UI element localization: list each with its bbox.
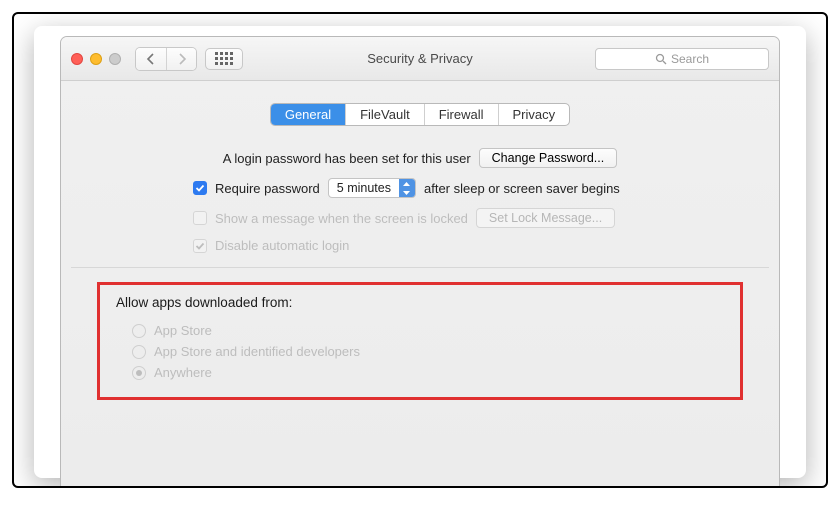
titlebar: Security & Privacy Search	[61, 37, 779, 81]
tab-firewall[interactable]: Firewall	[424, 104, 498, 125]
delay-value: 5 minutes	[329, 181, 399, 195]
require-password-delay-select[interactable]: 5 minutes	[328, 178, 416, 198]
radio-identified-developers	[132, 345, 146, 359]
divider	[71, 267, 769, 268]
minimize-icon[interactable]	[90, 53, 102, 65]
radio-app-store	[132, 324, 146, 338]
chevron-left-icon	[146, 53, 156, 65]
radio-anywhere	[132, 366, 146, 380]
preferences-window: Security & Privacy Search General FileVa…	[60, 36, 780, 488]
tab-general[interactable]: General	[271, 104, 345, 125]
show-all-button[interactable]	[205, 48, 243, 70]
require-password-label: Require password	[215, 181, 320, 196]
set-lock-message-button: Set Lock Message...	[476, 208, 615, 228]
show-message-checkbox	[193, 211, 207, 225]
select-stepper-icon	[399, 179, 415, 197]
show-message-label: Show a message when the screen is locked	[215, 211, 468, 226]
after-sleep-label: after sleep or screen saver begins	[424, 181, 620, 196]
grid-icon	[215, 52, 233, 65]
login-password-label: A login password has been set for this u…	[223, 151, 471, 166]
nav-buttons	[135, 47, 197, 71]
allow-apps-section: Allow apps downloaded from: App Store Ap…	[97, 282, 743, 400]
disable-auto-login-label: Disable automatic login	[215, 238, 349, 253]
maximize-icon	[109, 53, 121, 65]
forward-button[interactable]	[166, 48, 196, 70]
close-icon[interactable]	[71, 53, 83, 65]
search-icon	[655, 53, 667, 65]
radio-identified-developers-label: App Store and identified developers	[154, 344, 360, 359]
tab-privacy[interactable]: Privacy	[498, 104, 570, 125]
search-input[interactable]: Search	[595, 48, 769, 70]
radio-app-store-label: App Store	[154, 323, 212, 338]
check-icon	[195, 241, 205, 251]
window-controls	[71, 53, 121, 65]
chevron-right-icon	[177, 53, 187, 65]
disable-auto-login-checkbox	[193, 239, 207, 253]
require-password-checkbox[interactable]	[193, 181, 207, 195]
tab-filevault[interactable]: FileVault	[345, 104, 424, 125]
search-placeholder: Search	[671, 52, 709, 66]
back-button[interactable]	[136, 48, 166, 70]
radio-anywhere-label: Anywhere	[154, 365, 212, 380]
change-password-button[interactable]: Change Password...	[479, 148, 618, 168]
allow-apps-title: Allow apps downloaded from:	[116, 295, 724, 310]
tabs: General FileVault Firewall Privacy	[270, 103, 570, 126]
check-icon	[195, 183, 205, 193]
